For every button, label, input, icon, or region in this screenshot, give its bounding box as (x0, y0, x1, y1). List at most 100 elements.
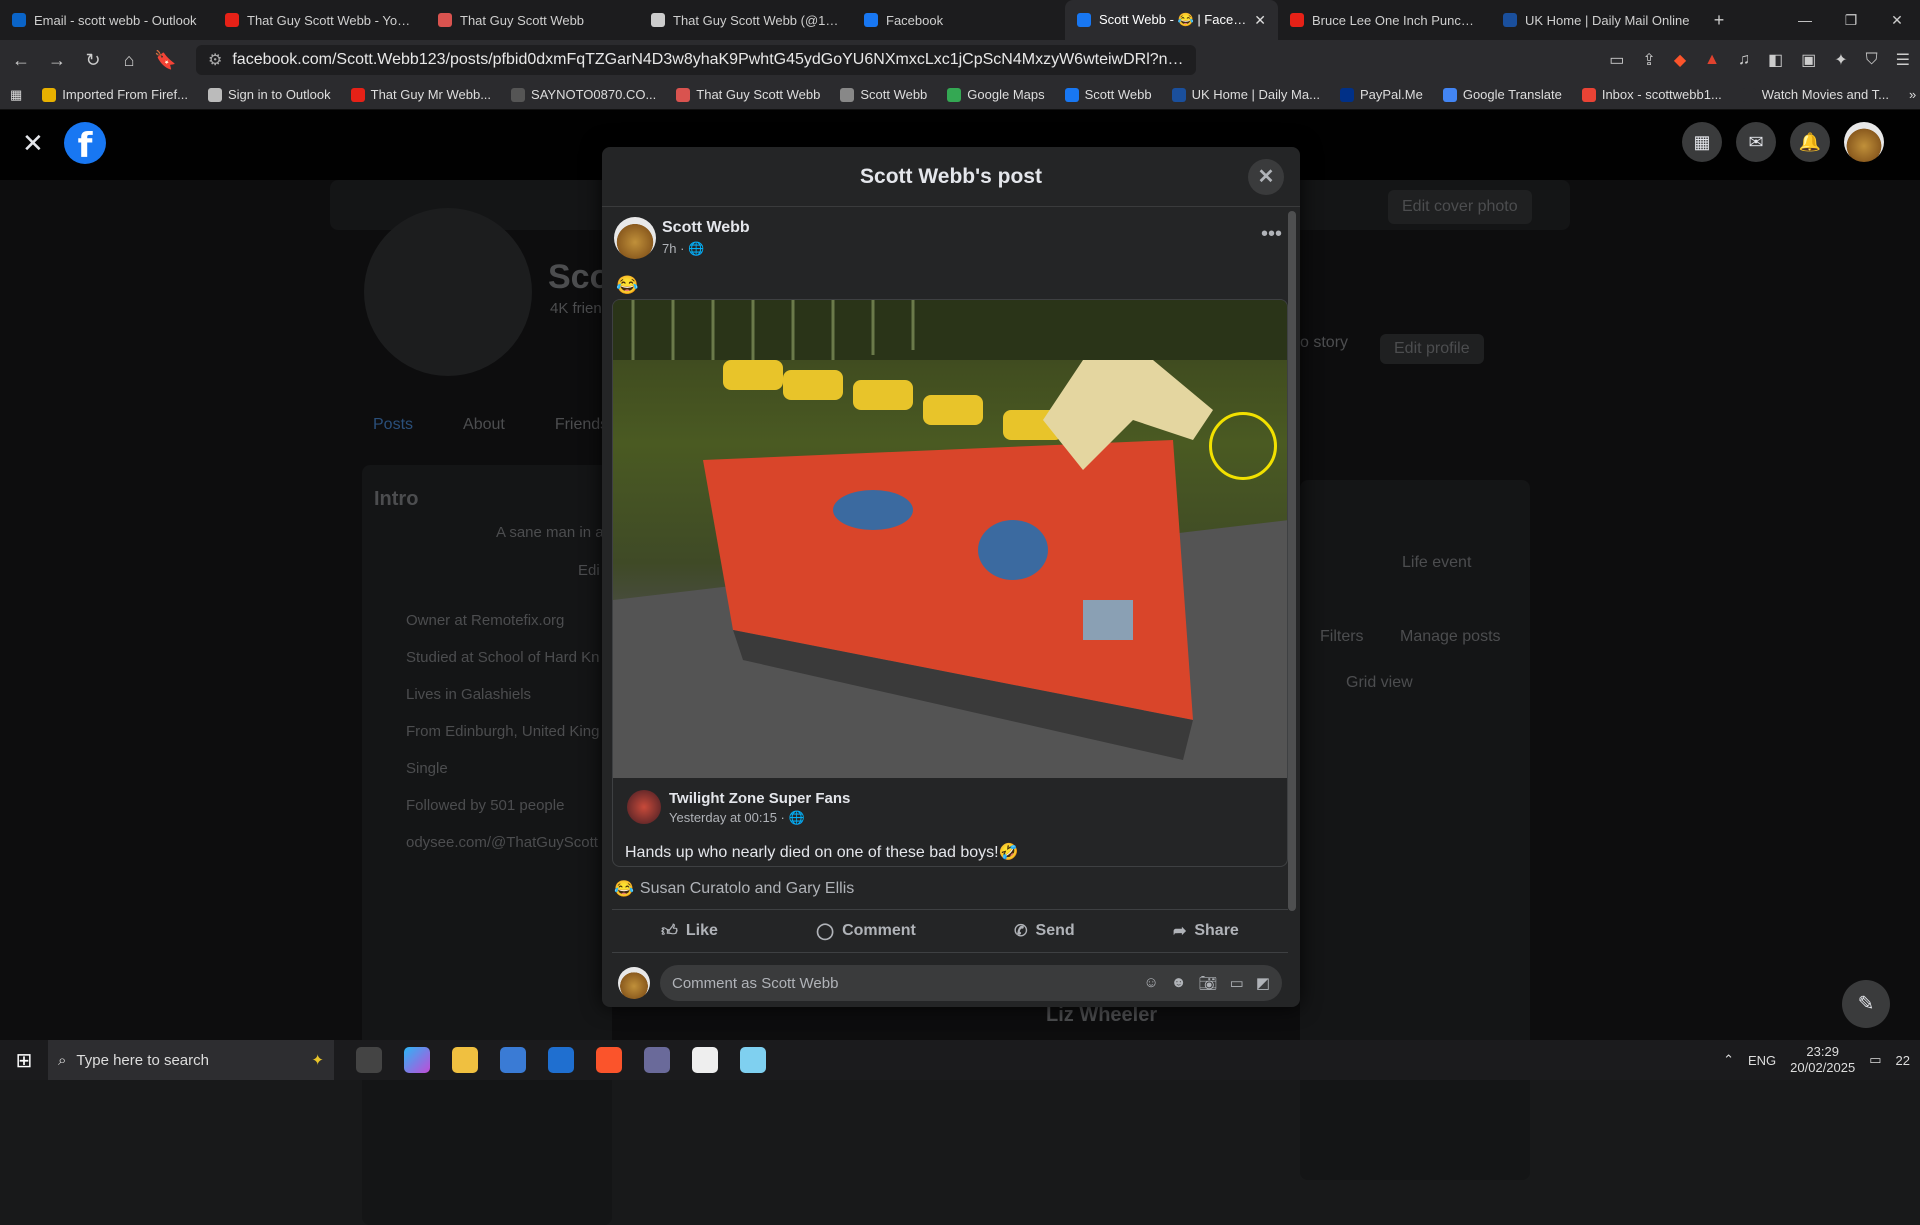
filters-button[interactable]: Filters (1320, 628, 1364, 646)
bookmark-item[interactable]: SAYNOTO0870.CO... (511, 87, 656, 102)
messenger-icon[interactable]: ✉ (1736, 122, 1776, 162)
tab-about[interactable]: About (463, 416, 505, 434)
post-time[interactable]: 7h · 🌐 (662, 241, 704, 257)
gif-icon[interactable]: ▭ (1230, 974, 1244, 992)
menu-icon[interactable]: ☰ (1896, 50, 1910, 70)
app-icon[interactable] (740, 1047, 766, 1073)
share-icon[interactable]: ⇪ (1642, 50, 1655, 70)
new-tab-button[interactable]: + (1704, 10, 1734, 31)
browser-tab[interactable]: That Guy Scott Webb - YouTube (213, 0, 426, 40)
account-avatar[interactable] (1844, 122, 1884, 162)
minimize-icon[interactable]: — (1782, 0, 1828, 40)
modal-scrollbar[interactable] (1288, 211, 1296, 911)
browser-tab[interactable]: Scott Webb - 😂 | Facebo... ✕ (1065, 0, 1278, 40)
copilot-icon[interactable] (404, 1047, 430, 1073)
add-story-fragment[interactable]: o story (1300, 334, 1348, 352)
store-icon[interactable] (500, 1047, 526, 1073)
new-message-icon[interactable]: ✎ (1842, 980, 1890, 1028)
site-info-icon[interactable]: ⚙ (208, 50, 222, 70)
bookmark-icon[interactable]: 🔖 (154, 50, 176, 71)
tab-friends[interactable]: Friends (555, 416, 608, 434)
media-icon[interactable]: ♫ (1738, 51, 1750, 69)
edit-bio-fragment[interactable]: Edi (578, 562, 600, 579)
shared-photo[interactable] (613, 300, 1287, 778)
more-options-icon[interactable]: ••• (1261, 223, 1282, 246)
clock[interactable]: 23:29 20/02/2025 (1790, 1044, 1855, 1076)
bookmark-item[interactable]: Imported From Firef... (42, 87, 188, 102)
send-button[interactable]: ✆ Send (1014, 921, 1075, 941)
page-avatar[interactable] (627, 790, 661, 824)
comment-button[interactable]: ◯ Comment (816, 921, 916, 941)
browser-tab[interactable]: That Guy Scott Webb (@1Use... (639, 0, 852, 40)
bookmark-item[interactable]: Scott Webb (1064, 87, 1152, 102)
bookmark-item[interactable]: UK Home | Daily Ma... (1171, 87, 1320, 102)
more-bookmarks-icon[interactable]: » (1909, 87, 1916, 102)
vegas-icon[interactable] (692, 1047, 718, 1073)
tray-chevron-icon[interactable]: ⌃ (1723, 1052, 1734, 1068)
close-modal-icon[interactable]: ✕ (1248, 159, 1284, 195)
bookmark-item[interactable]: That Guy Mr Webb... (350, 87, 491, 102)
leo-icon[interactable]: ✦ (1834, 50, 1847, 70)
taskbar-search[interactable]: ⌕ Type here to search ✦ (48, 1040, 334, 1080)
bookmark-item[interactable]: Sign in to Outlook (208, 87, 331, 102)
facebook-logo-icon[interactable]: f (64, 122, 106, 166)
edit-profile-button[interactable]: Edit profile (1380, 334, 1484, 364)
bookmark-item[interactable]: Watch Movies and T... (1741, 87, 1889, 102)
tab-posts[interactable]: Posts (373, 416, 413, 434)
bookmark-item[interactable]: PayPal.Me (1339, 87, 1423, 102)
notifications-center-icon[interactable]: ▭ (1869, 1052, 1881, 1068)
close-tab-icon[interactable]: ✕ (1254, 12, 1266, 29)
friend-post-name[interactable]: Liz Wheeler (1046, 1004, 1157, 1027)
sticker-icon[interactable]: ◩ (1256, 974, 1270, 992)
wallet-icon[interactable]: ▣ (1801, 50, 1816, 70)
comment-input[interactable]: Comment as Scott Webb ☺ ☻ 📷︎ ▭ ◩ (660, 965, 1282, 1001)
browser-tab[interactable]: Email - scott webb - Outlook (0, 0, 213, 40)
reactions-summary[interactable]: 😂 Susan Curatolo and Gary Ellis (614, 879, 854, 899)
brave-icon[interactable] (596, 1047, 622, 1073)
bookmark-item[interactable]: Scott Webb (840, 87, 927, 102)
post-author[interactable]: Scott Webb (662, 219, 750, 237)
shared-post[interactable]: Twilight Zone Super Fans Yesterday at 00… (612, 299, 1288, 867)
close-window-icon[interactable]: ✕ (1874, 0, 1920, 40)
browser-tab[interactable]: That Guy Scott Webb (426, 0, 639, 40)
emoji-icon[interactable]: ☻ (1171, 974, 1187, 992)
share-button[interactable]: ➦ Share (1173, 921, 1239, 941)
reactors-text[interactable]: Susan Curatolo and Gary Ellis (640, 880, 854, 898)
close-viewer-icon[interactable]: ✕ (22, 128, 44, 159)
browser-tab[interactable]: Bruce Lee One Inch Punch - Yo... (1278, 0, 1491, 40)
address-bar[interactable]: ⚙ facebook.com/Scott.Webb123/posts/pfbid… (196, 45, 1196, 75)
windows-start-icon[interactable]: ⊞ (0, 1040, 48, 1080)
browser-tab[interactable]: Facebook (852, 0, 1065, 40)
maximize-icon[interactable]: ❐ (1828, 0, 1874, 40)
manage-posts-button[interactable]: Manage posts (1400, 628, 1501, 646)
browser-tab[interactable]: UK Home | Daily Mail Online (1491, 0, 1704, 40)
bookmark-item[interactable]: Google Translate (1442, 87, 1562, 102)
life-event-button[interactable]: Life event (1402, 554, 1471, 572)
like-button[interactable]: 👍︎ Like (661, 922, 718, 941)
author-avatar[interactable] (614, 217, 656, 259)
edit-cover-button[interactable]: Edit cover photo (1388, 190, 1532, 224)
notifications-icon[interactable]: 🔔 (1790, 122, 1830, 162)
grid-view-button[interactable]: Grid view (1346, 674, 1413, 692)
bookmark-item[interactable]: Google Maps (947, 87, 1045, 102)
apps-icon[interactable]: ▦ (10, 87, 22, 103)
bookmark-item[interactable]: Inbox - scottwebb1... (1581, 87, 1722, 102)
browser-app-icon[interactable] (548, 1047, 574, 1073)
task-view-icon[interactable] (356, 1047, 382, 1073)
home-icon[interactable]: ⌂ (118, 50, 140, 71)
forward-icon[interactable]: → (46, 50, 68, 71)
cast-icon[interactable]: ▭ (1609, 50, 1624, 70)
file-explorer-icon[interactable] (452, 1047, 478, 1073)
media-player-icon[interactable] (644, 1047, 670, 1073)
language-indicator[interactable]: ENG (1748, 1053, 1776, 1068)
brave-shield-icon[interactable]: ◆ (1674, 50, 1686, 70)
vpn-icon[interactable]: ⛉ (1866, 51, 1878, 69)
menu-grid-icon[interactable]: ▦ (1682, 122, 1722, 162)
shared-post-time[interactable]: Yesterday at 00:15 · 🌐 (669, 810, 805, 826)
camera-icon[interactable]: 📷︎ (1199, 974, 1218, 992)
bookmark-item[interactable]: That Guy Scott Webb (676, 87, 820, 102)
shared-page-name[interactable]: Twilight Zone Super Fans (669, 790, 850, 807)
reload-icon[interactable]: ↻ (82, 50, 104, 71)
brave-rewards-icon[interactable]: ▲ (1704, 51, 1720, 69)
url-text[interactable]: facebook.com/Scott.Webb123/posts/pfbid0d… (232, 51, 1184, 69)
